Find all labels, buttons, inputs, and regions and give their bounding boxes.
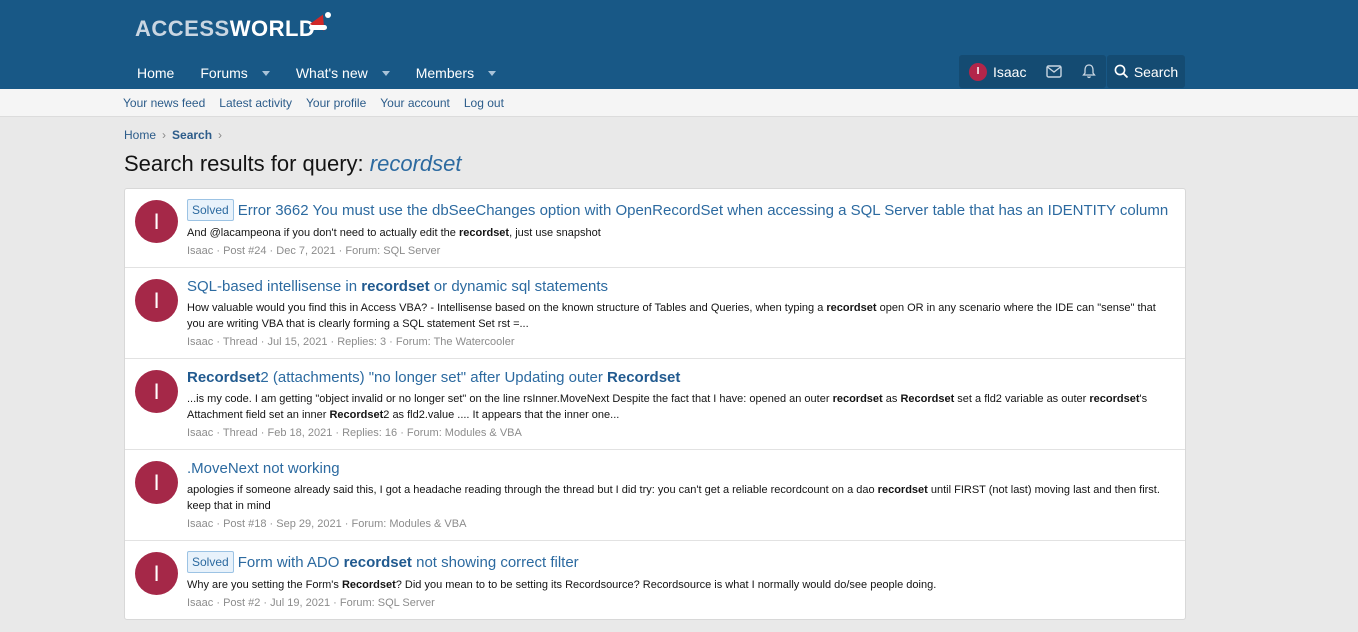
result-meta: Isaac · Post #2 · Jul 19, 2021 · Forum: … <box>187 597 435 609</box>
nav-tab-forums[interactable]: Forums <box>187 57 282 89</box>
solved-badge: Solved <box>187 551 234 573</box>
breadcrumb: Home › Search › <box>124 128 228 142</box>
result-content: Solved Error 3662 You must use the dbSeeC… <box>187 199 1175 257</box>
result-title-text[interactable]: Form with ADO recordset not showing corr… <box>238 554 579 571</box>
page-title: Search results for query: recordset <box>124 151 462 177</box>
breadcrumb-home[interactable]: Home <box>124 128 156 142</box>
logo-text-world: WORLD <box>229 16 316 41</box>
result-content: .MoveNext not working apologies if someon… <box>187 460 1175 530</box>
avatar[interactable]: I <box>135 200 178 243</box>
breadcrumb-search[interactable]: Search <box>172 128 212 142</box>
search-result-item: I Solved Error 3662 You must use the dbSee… <box>125 189 1185 268</box>
result-title[interactable]: .MoveNext not working <box>187 460 1175 478</box>
site-header: ACCESS WORLD Home Forums What's new Members … <box>0 0 1358 89</box>
avatar[interactable]: I <box>135 552 178 595</box>
logo-text-access: ACCESS <box>135 16 230 41</box>
bell-icon[interactable] <box>1072 55 1106 88</box>
subnav-link-latest-activity[interactable]: Latest activity <box>219 96 292 110</box>
user-menu[interactable]: I Isaac <box>959 55 1036 88</box>
result-title-text[interactable]: .MoveNext not working <box>187 460 340 477</box>
main-nav: Home Forums What's new Members <box>124 57 509 89</box>
search-result-item: I SQL-based intellisense in recordset or … <box>125 268 1185 359</box>
result-title-text[interactable]: Recordset2 (attachments) "no longer set"… <box>187 369 680 386</box>
result-content: Solved Form with ADO recordset not showin… <box>187 551 1175 609</box>
avatar[interactable]: I <box>135 279 178 322</box>
search-icon <box>1114 64 1128 79</box>
avatar[interactable]: I <box>135 461 178 504</box>
search-result-item: I Recordset2 (attachments) "no longer set… <box>125 359 1185 450</box>
result-snippet: Why are you setting the Form's Recordset… <box>187 579 937 591</box>
user-area: I Isaac <box>959 55 1107 88</box>
subnav-link-your-news-feed[interactable]: Your news feed <box>123 96 205 110</box>
chevron-right-icon: › <box>218 128 223 142</box>
avatar[interactable]: I <box>135 370 178 413</box>
chevron-down-icon[interactable] <box>261 70 270 76</box>
result-meta: Isaac · Thread · Jul 15, 2021 · Replies:… <box>187 336 515 348</box>
result-meta: Isaac · Post #18 · Sep 29, 2021 · Forum:… <box>187 518 467 530</box>
nav-tab-label: Forums <box>200 65 248 81</box>
chevron-right-icon: › <box>162 128 167 142</box>
santa-hat-icon <box>309 11 332 32</box>
inbox-icon[interactable] <box>1036 55 1072 88</box>
nav-tab-label: Home <box>137 65 175 81</box>
search-result-item: I Solved Form with ADO recordset not showi… <box>125 541 1185 619</box>
chevron-down-icon[interactable] <box>381 70 390 76</box>
result-meta: Isaac · Thread · Feb 18, 2021 · Replies:… <box>187 427 522 439</box>
result-title[interactable]: SQL-based intellisense in recordset or d… <box>187 278 1175 296</box>
nav-tab-label: Members <box>415 65 475 81</box>
search-button[interactable]: Search <box>1107 55 1185 88</box>
nav-tab-label: What's new <box>295 65 368 81</box>
result-meta: Isaac · Post #24 · Dec 7, 2021 · Forum: … <box>187 245 441 257</box>
result-title-text[interactable]: SQL-based intellisense in recordset or d… <box>187 278 608 295</box>
page-title-prefix: Search results for query: <box>124 151 370 176</box>
username: Isaac <box>993 63 1027 80</box>
site-logo[interactable]: ACCESS WORLD <box>135 11 332 42</box>
result-snippet: How valuable would you find this in Acce… <box>187 302 1156 330</box>
search-label: Search <box>1133 63 1179 80</box>
result-title[interactable]: Solved Form with ADO recordset not showin… <box>187 551 1175 573</box>
sub-nav: Your news feed Latest activity Your profil… <box>0 89 1358 117</box>
result-title-text[interactable]: Error 3662 You must use the dbSeeChanges… <box>238 202 1169 219</box>
search-results: I Solved Error 3662 You must use the dbSee… <box>124 188 1186 620</box>
nav-tab-members[interactable]: Members <box>403 57 509 89</box>
chevron-down-icon[interactable] <box>488 70 497 76</box>
result-content: SQL-based intellisense in recordset or d… <box>187 278 1175 348</box>
result-title[interactable]: Solved Error 3662 You must use the dbSeeC… <box>187 199 1175 221</box>
result-title[interactable]: Recordset2 (attachments) "no longer set"… <box>187 369 1175 387</box>
avatar: I <box>969 62 987 81</box>
result-content: Recordset2 (attachments) "no longer set"… <box>187 369 1175 439</box>
result-snippet: And @lacampeona if you don't need to act… <box>187 227 601 239</box>
nav-tab-what-s-new[interactable]: What's new <box>283 57 403 89</box>
nav-tab-home[interactable]: Home <box>124 57 187 89</box>
result-snippet: ...is my code. I am getting "object inva… <box>187 393 1148 421</box>
subnav-link-your-profile[interactable]: Your profile <box>306 96 366 110</box>
result-snippet: apologies if someone already said this, … <box>187 484 1160 512</box>
search-result-item: I .MoveNext not working apologies if someo… <box>125 450 1185 541</box>
subnav-link-log-out[interactable]: Log out <box>464 96 504 110</box>
subnav-link-your-account[interactable]: Your account <box>380 96 450 110</box>
page-title-query: recordset <box>369 151 462 176</box>
solved-badge: Solved <box>187 199 234 221</box>
